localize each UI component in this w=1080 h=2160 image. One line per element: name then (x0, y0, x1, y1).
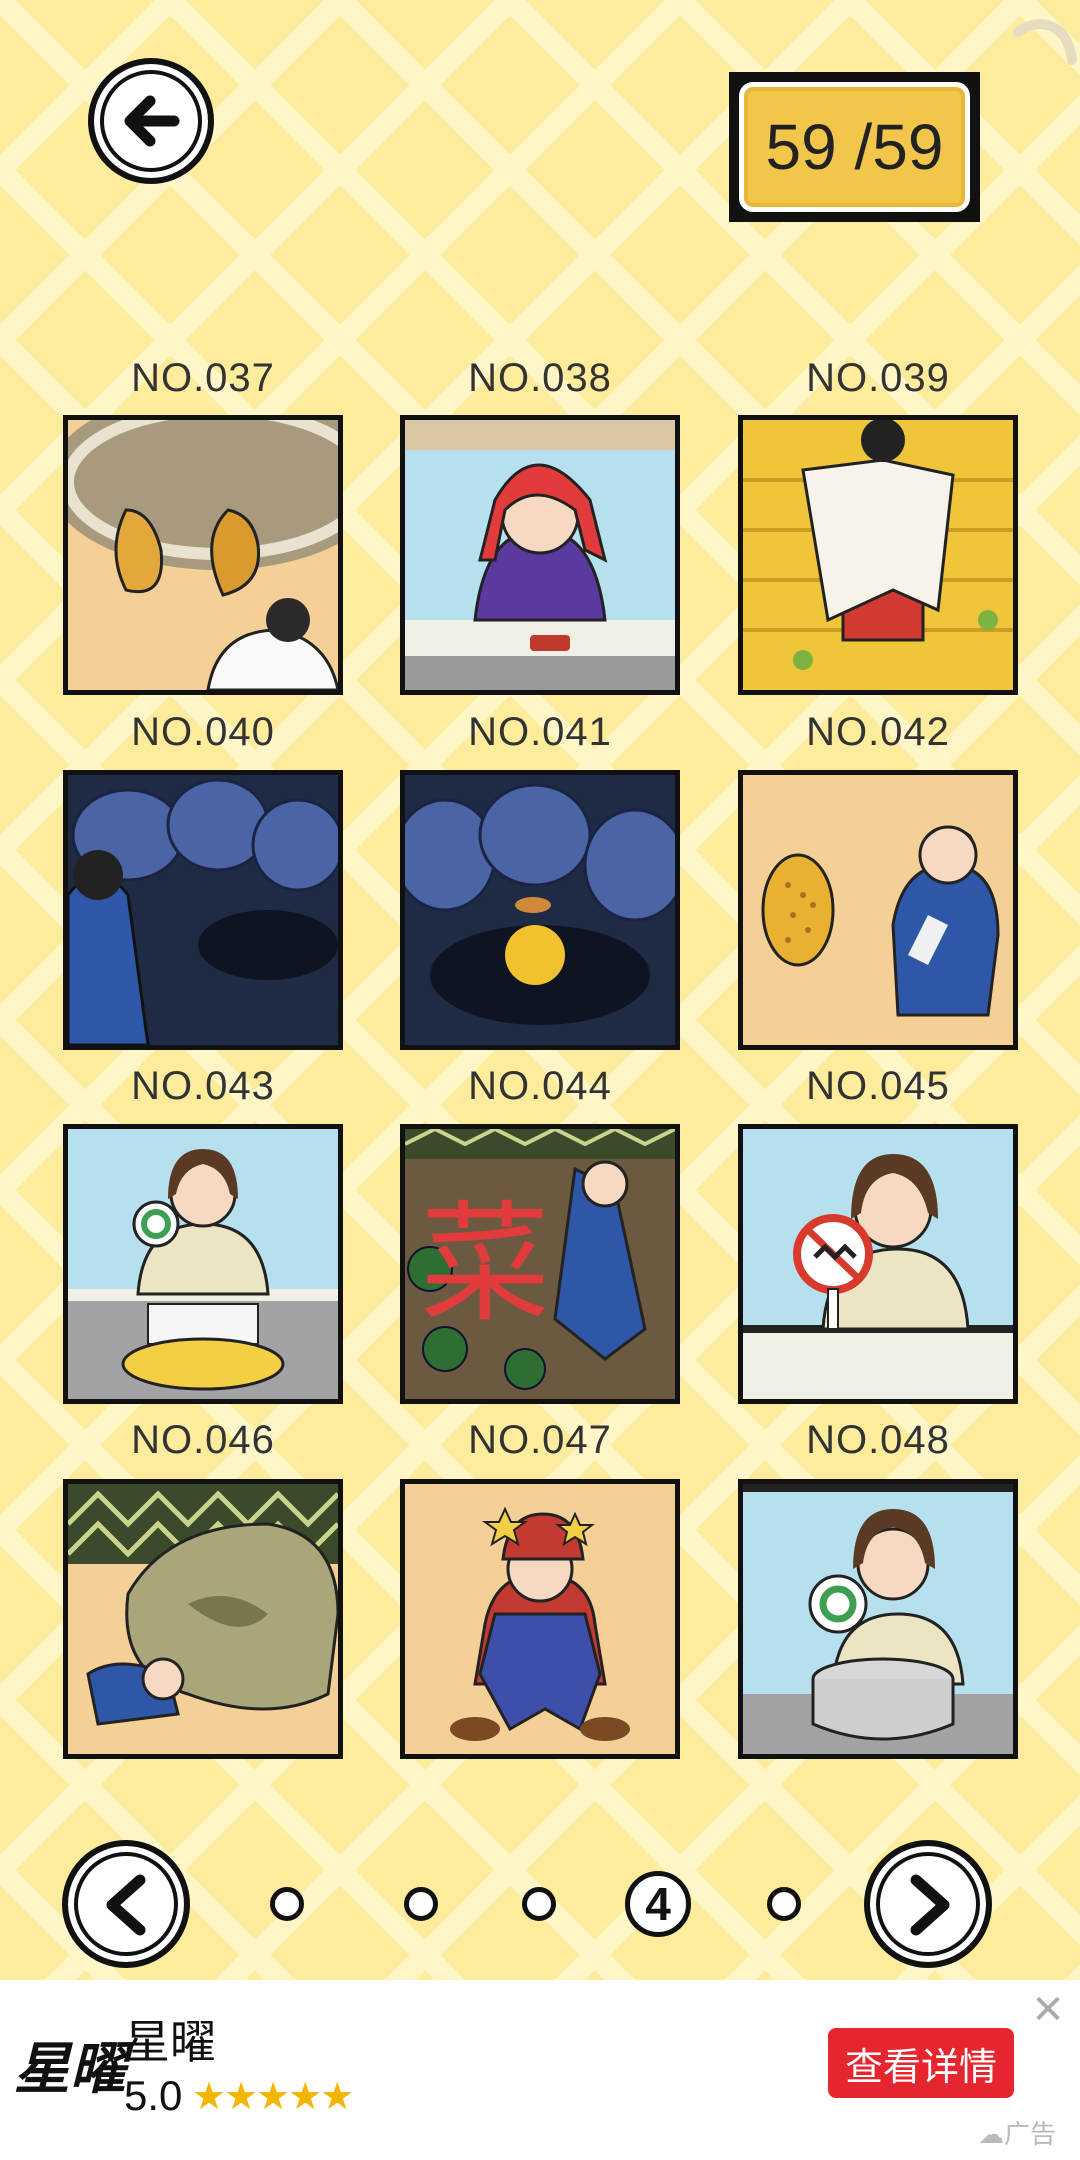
ad-banner[interactable]: 星曜 星曜 5.0 ★★★★★ 查看详情 ✕ ☁广告 (0, 1980, 1080, 2160)
level-thumbnail-woman-no-sign[interactable] (738, 1124, 1018, 1404)
svg-text:菜: 菜 (420, 1188, 550, 1340)
level-label: NO.037 (131, 356, 275, 400)
page-dot-5[interactable] (767, 1887, 801, 1921)
close-icon[interactable]: ✕ (1030, 1990, 1066, 2030)
level-thumbnail-boulder-crush[interactable] (63, 1479, 343, 1759)
level-thumbnail-durian-man[interactable] (738, 770, 1018, 1050)
ad-rating: 5.0 (124, 2072, 183, 2119)
ad-logo: 星曜 (14, 2036, 126, 2102)
level-label: NO.045 (806, 1064, 950, 1108)
progress-counter: 59 /59 (729, 72, 980, 222)
level-label: NO.047 (468, 1418, 612, 1462)
chevron-right-icon (910, 1874, 950, 1936)
level-thumbnail-robed-figure[interactable] (738, 415, 1018, 695)
level-thumbnail-night-pond[interactable] (400, 770, 680, 1050)
next-page-button[interactable] (864, 1840, 992, 1968)
arrow-left-icon (124, 95, 180, 147)
level-thumbnail-woman-omelette[interactable] (63, 1124, 343, 1404)
ad-label: ☁广告 (978, 2119, 1057, 2149)
prev-page-button[interactable] (62, 1840, 190, 1968)
level-label: NO.039 (806, 356, 950, 400)
level-thumbnail-croissants[interactable] (63, 415, 343, 695)
gallery-screen: 59 /59 NO.037 NO.038 NO.039 NO.040 NO.04… (0, 0, 1080, 2160)
page-dot-current[interactable]: 4 (625, 1871, 691, 1937)
level-label: NO.044 (468, 1064, 612, 1108)
level-thumbnail-angry-girl[interactable] (400, 415, 680, 695)
level-label: NO.041 (468, 710, 612, 754)
level-label: NO.040 (131, 710, 275, 754)
ad-app-name: 星曜 (124, 2016, 216, 2068)
rating-stars-icon: ★★★★★ (192, 2076, 354, 2118)
progress-text: 59 /59 (739, 82, 970, 212)
ad-details-button[interactable]: 查看详情 (828, 2028, 1014, 2098)
page-dot-1[interactable] (270, 1887, 304, 1921)
level-label: NO.038 (468, 356, 612, 400)
level-thumbnail-vegetable-sign[interactable]: 菜 (400, 1124, 680, 1404)
back-button[interactable] (88, 58, 214, 184)
level-thumbnail-woman-soup-pot[interactable] (738, 1479, 1018, 1759)
level-label: NO.043 (131, 1064, 275, 1108)
level-thumbnail-night-rocks-man[interactable] (63, 770, 343, 1050)
swirl-decoration-icon (1013, 19, 1077, 65)
level-label: NO.046 (131, 1418, 275, 1462)
page-dot-2[interactable] (404, 1887, 438, 1921)
level-thumbnail-dizzy-plumber[interactable] (400, 1479, 680, 1759)
chevron-left-icon (106, 1874, 146, 1936)
level-label: NO.042 (806, 710, 950, 754)
page-dot-3[interactable] (522, 1887, 556, 1921)
level-label: NO.048 (806, 1418, 950, 1462)
